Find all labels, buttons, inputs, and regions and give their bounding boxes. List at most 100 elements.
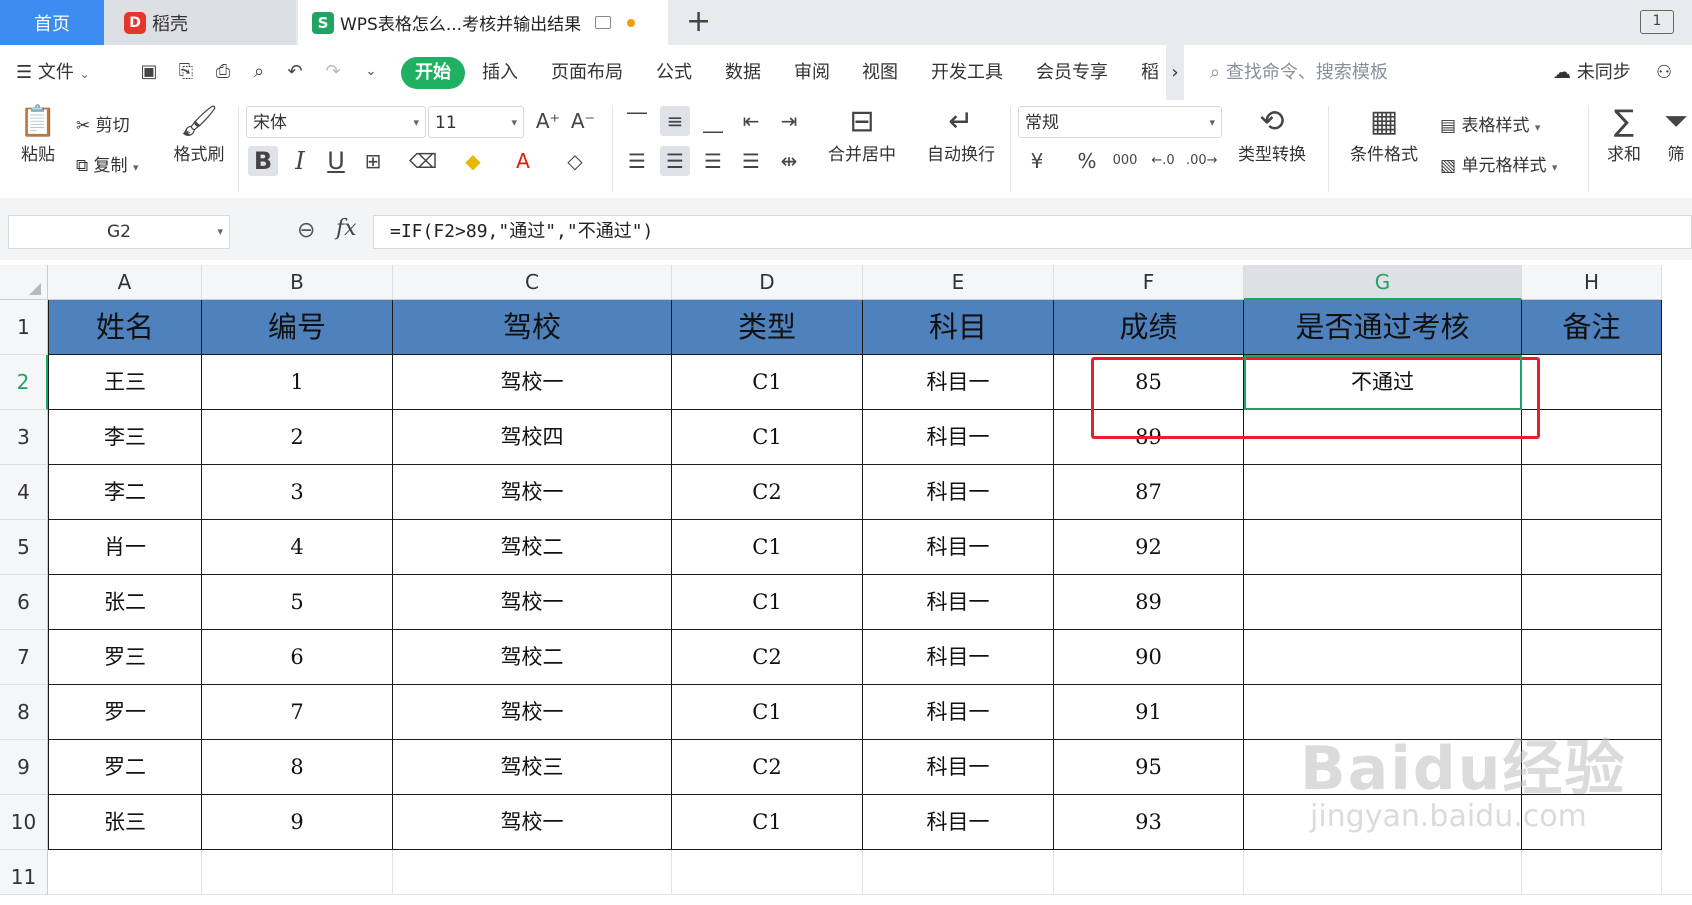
table-header-cell[interactable]: 备注 [1522,300,1662,355]
empty-cell[interactable] [48,850,202,895]
table-cell[interactable]: 驾校四 [393,410,672,465]
borders-icon[interactable]: ⊞ [358,146,388,176]
table-cell[interactable]: 王三 [48,355,202,410]
row-header-2[interactable]: 2 [0,355,48,410]
table-cell[interactable]: C1 [672,520,863,575]
table-cell[interactable] [1244,795,1522,850]
table-cell[interactable]: 95 [1054,740,1244,795]
underline-button[interactable]: U [321,146,351,176]
justify-icon[interactable]: ☰ [736,146,766,176]
thousands-separator-button[interactable]: 000 [1110,146,1140,176]
table-cell[interactable] [1522,630,1662,685]
menu-view[interactable]: 视图 [862,45,898,100]
increase-decimal-icon[interactable]: ←.0 [1148,146,1178,176]
table-cell[interactable] [1244,685,1522,740]
font-color-icon[interactable]: A [508,146,538,176]
font-size-select[interactable]: 11 ▾ [428,106,524,138]
table-cell[interactable]: C1 [672,575,863,630]
table-cell[interactable]: 92 [1054,520,1244,575]
menu-member[interactable]: 会员专享 [1036,45,1108,100]
table-cell[interactable]: 89 [1054,410,1244,465]
sum-button[interactable]: ∑ 求和 [1596,104,1652,165]
empty-cell[interactable] [1522,850,1662,895]
table-cell[interactable]: 科目一 [863,520,1054,575]
table-cell[interactable]: 张二 [48,575,202,630]
paste-button[interactable]: 📋 粘贴 [10,104,66,165]
align-right-icon[interactable]: ☰ [698,146,728,176]
table-cell[interactable]: 罗三 [48,630,202,685]
decrease-indent-icon[interactable]: ⇤ [736,106,766,136]
table-cell[interactable]: 93 [1054,795,1244,850]
name-box[interactable]: G2 ▾ [8,215,230,249]
table-cell[interactable] [1522,740,1662,795]
table-cell[interactable] [1522,685,1662,740]
table-cell[interactable]: C1 [672,355,863,410]
distributed-align-icon[interactable]: ⇹ [774,146,804,176]
table-cell[interactable]: 驾校二 [393,630,672,685]
row-header-9[interactable]: 9 [0,740,48,795]
copy-button[interactable]: ⧉ 复制 ▾ [76,151,138,176]
table-cell[interactable]: 9 [202,795,393,850]
row-header-3[interactable]: 3 [0,410,48,465]
table-cell[interactable]: 李三 [48,410,202,465]
empty-cell[interactable] [1054,850,1244,895]
empty-cell[interactable] [1662,265,1692,895]
table-header-cell[interactable]: 编号 [202,300,393,355]
monitor-icon[interactable] [595,16,612,29]
clear-format-icon[interactable]: ⌫ [408,146,438,176]
font-name-select[interactable]: 宋体 ▾ [246,106,426,138]
table-cell[interactable]: C1 [672,685,863,740]
table-cell[interactable]: 90 [1054,630,1244,685]
number-format-select[interactable]: 常规 ▾ [1018,106,1222,138]
table-cell[interactable] [1522,465,1662,520]
table-cell[interactable] [1244,465,1522,520]
table-cell[interactable]: 科目一 [863,355,1054,410]
table-header-cell[interactable]: 类型 [672,300,863,355]
table-cell[interactable]: 5 [202,575,393,630]
menu-insert[interactable]: 插入 [482,45,518,100]
row-header-11[interactable]: 11 [0,850,48,895]
empty-cell[interactable] [202,850,393,895]
table-header-cell[interactable]: 是否通过考核 [1244,300,1522,355]
table-cell[interactable]: C1 [672,410,863,465]
table-cell[interactable]: C1 [672,795,863,850]
fill-color-icon[interactable]: ◆ [458,146,488,176]
save-icon[interactable]: ▣ [138,61,160,83]
decrease-font-icon[interactable]: A⁻ [568,106,598,136]
insert-function-button[interactable]: fx [336,216,357,241]
zoom-formula-icon[interactable]: ⊖ [297,218,315,243]
table-cell[interactable]: C2 [672,630,863,685]
table-cell[interactable]: 1 [202,355,393,410]
menu-page-layout[interactable]: 页面布局 [551,45,623,100]
window-layout-button[interactable]: 1 [1640,10,1674,34]
table-cell[interactable]: 科目一 [863,685,1054,740]
menu-file[interactable]: ☰ 文件 ⌄ [16,45,90,100]
italic-button[interactable]: I [285,146,315,176]
align-left-icon[interactable]: ☰ [622,146,652,176]
row-header-5[interactable]: 5 [0,520,48,575]
table-cell[interactable] [1244,630,1522,685]
conditional-format-button[interactable]: ▦ 条件格式 [1336,104,1432,165]
print-icon[interactable]: ⎙ [212,61,234,83]
table-cell[interactable]: C2 [672,740,863,795]
table-cell[interactable] [1522,795,1662,850]
table-header-cell[interactable]: 科目 [863,300,1054,355]
filter-button[interactable]: ⏷ 筛 [1660,104,1692,165]
tab-document[interactable]: S WPS表格怎么...考核并输出结果 [298,0,668,45]
table-cell[interactable]: 91 [1054,685,1244,740]
column-header-c[interactable]: C [393,265,672,300]
table-cell[interactable]: 科目一 [863,575,1054,630]
eraser-icon[interactable]: ◇ [560,146,590,176]
table-cell[interactable] [1244,575,1522,630]
table-cell[interactable]: 85 [1054,355,1244,410]
empty-cell[interactable] [1244,850,1522,895]
table-cell[interactable]: 不通过 [1244,355,1522,410]
table-cell[interactable]: 肖一 [48,520,202,575]
table-cell[interactable] [1244,410,1522,465]
empty-cell[interactable] [393,850,672,895]
formula-input[interactable]: =IF(F2>89,"通过","不通过") [373,215,1692,249]
customize-toolbar-icon[interactable]: ⌄ [360,61,382,83]
table-cell[interactable]: 7 [202,685,393,740]
wrap-text-button[interactable]: ↵ 自动换行 [916,104,1006,165]
redo-icon[interactable]: ↷ [322,61,344,83]
